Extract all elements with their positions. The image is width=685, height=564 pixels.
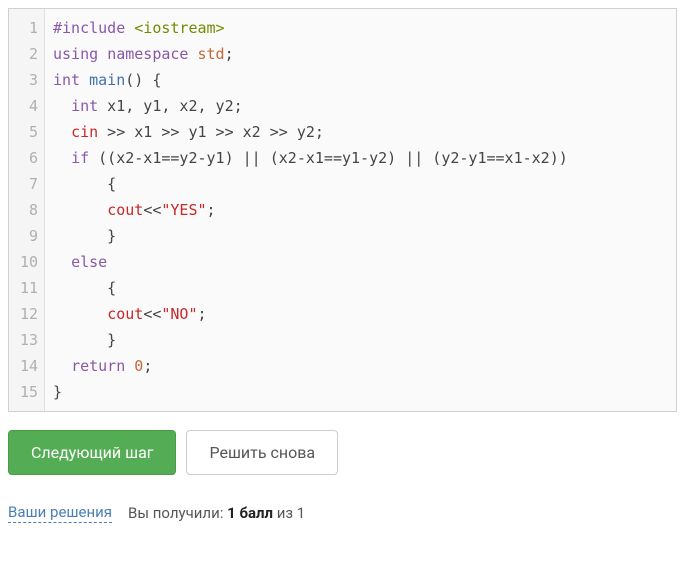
code-line[interactable]: } xyxy=(53,379,668,405)
line-number: 14 xyxy=(19,353,38,379)
retry-button[interactable]: Решить снова xyxy=(186,430,338,475)
line-number: 9 xyxy=(19,223,38,249)
score-prefix: Вы получили: xyxy=(128,504,227,522)
line-number: 15 xyxy=(19,379,38,405)
line-number: 13 xyxy=(19,327,38,353)
line-number: 4 xyxy=(19,93,38,119)
line-number: 8 xyxy=(19,197,38,223)
line-number: 1 xyxy=(19,15,38,41)
line-number: 11 xyxy=(19,275,38,301)
next-step-button[interactable]: Следующий шаг xyxy=(8,430,176,475)
code-line[interactable]: if ((x2-x1==y2-y1) || (x2-x1==y1-y2) || … xyxy=(53,145,668,171)
line-number: 12 xyxy=(19,301,38,327)
code-line[interactable]: #include <iostream> xyxy=(53,15,668,41)
line-number-gutter: 123456789101112131415 xyxy=(9,9,45,411)
code-line[interactable]: { xyxy=(53,275,668,301)
score-text: Вы получили: 1 балл из 1 xyxy=(128,504,305,522)
line-number: 5 xyxy=(19,119,38,145)
code-line[interactable]: int x1, y1, x2, y2; xyxy=(53,93,668,119)
line-number: 7 xyxy=(19,171,38,197)
line-number: 2 xyxy=(19,41,38,67)
code-line[interactable]: cout<<"YES"; xyxy=(53,197,668,223)
line-number: 6 xyxy=(19,145,38,171)
code-line[interactable]: using namespace std; xyxy=(53,41,668,67)
score-value: 1 балл xyxy=(227,504,273,522)
code-content[interactable]: #include <iostream>using namespace std;i… xyxy=(45,9,676,411)
code-line[interactable]: { xyxy=(53,171,668,197)
code-line[interactable]: } xyxy=(53,327,668,353)
code-line[interactable]: } xyxy=(53,223,668,249)
code-line[interactable]: cin >> x1 >> y1 >> x2 >> y2; xyxy=(53,119,668,145)
line-number: 10 xyxy=(19,249,38,275)
code-line[interactable]: int main() { xyxy=(53,67,668,93)
line-number: 3 xyxy=(19,67,38,93)
code-line[interactable]: return 0; xyxy=(53,353,668,379)
code-line[interactable]: cout<<"NO"; xyxy=(53,301,668,327)
code-editor[interactable]: 123456789101112131415 #include <iostream… xyxy=(8,8,677,412)
your-solutions-link[interactable]: Ваши решения xyxy=(8,503,112,523)
code-line[interactable]: else xyxy=(53,249,668,275)
action-buttons-row: Следующий шаг Решить снова xyxy=(8,430,677,475)
footer-row: Ваши решения Вы получили: 1 балл из 1 xyxy=(8,503,677,523)
score-suffix: из 1 xyxy=(273,504,305,522)
